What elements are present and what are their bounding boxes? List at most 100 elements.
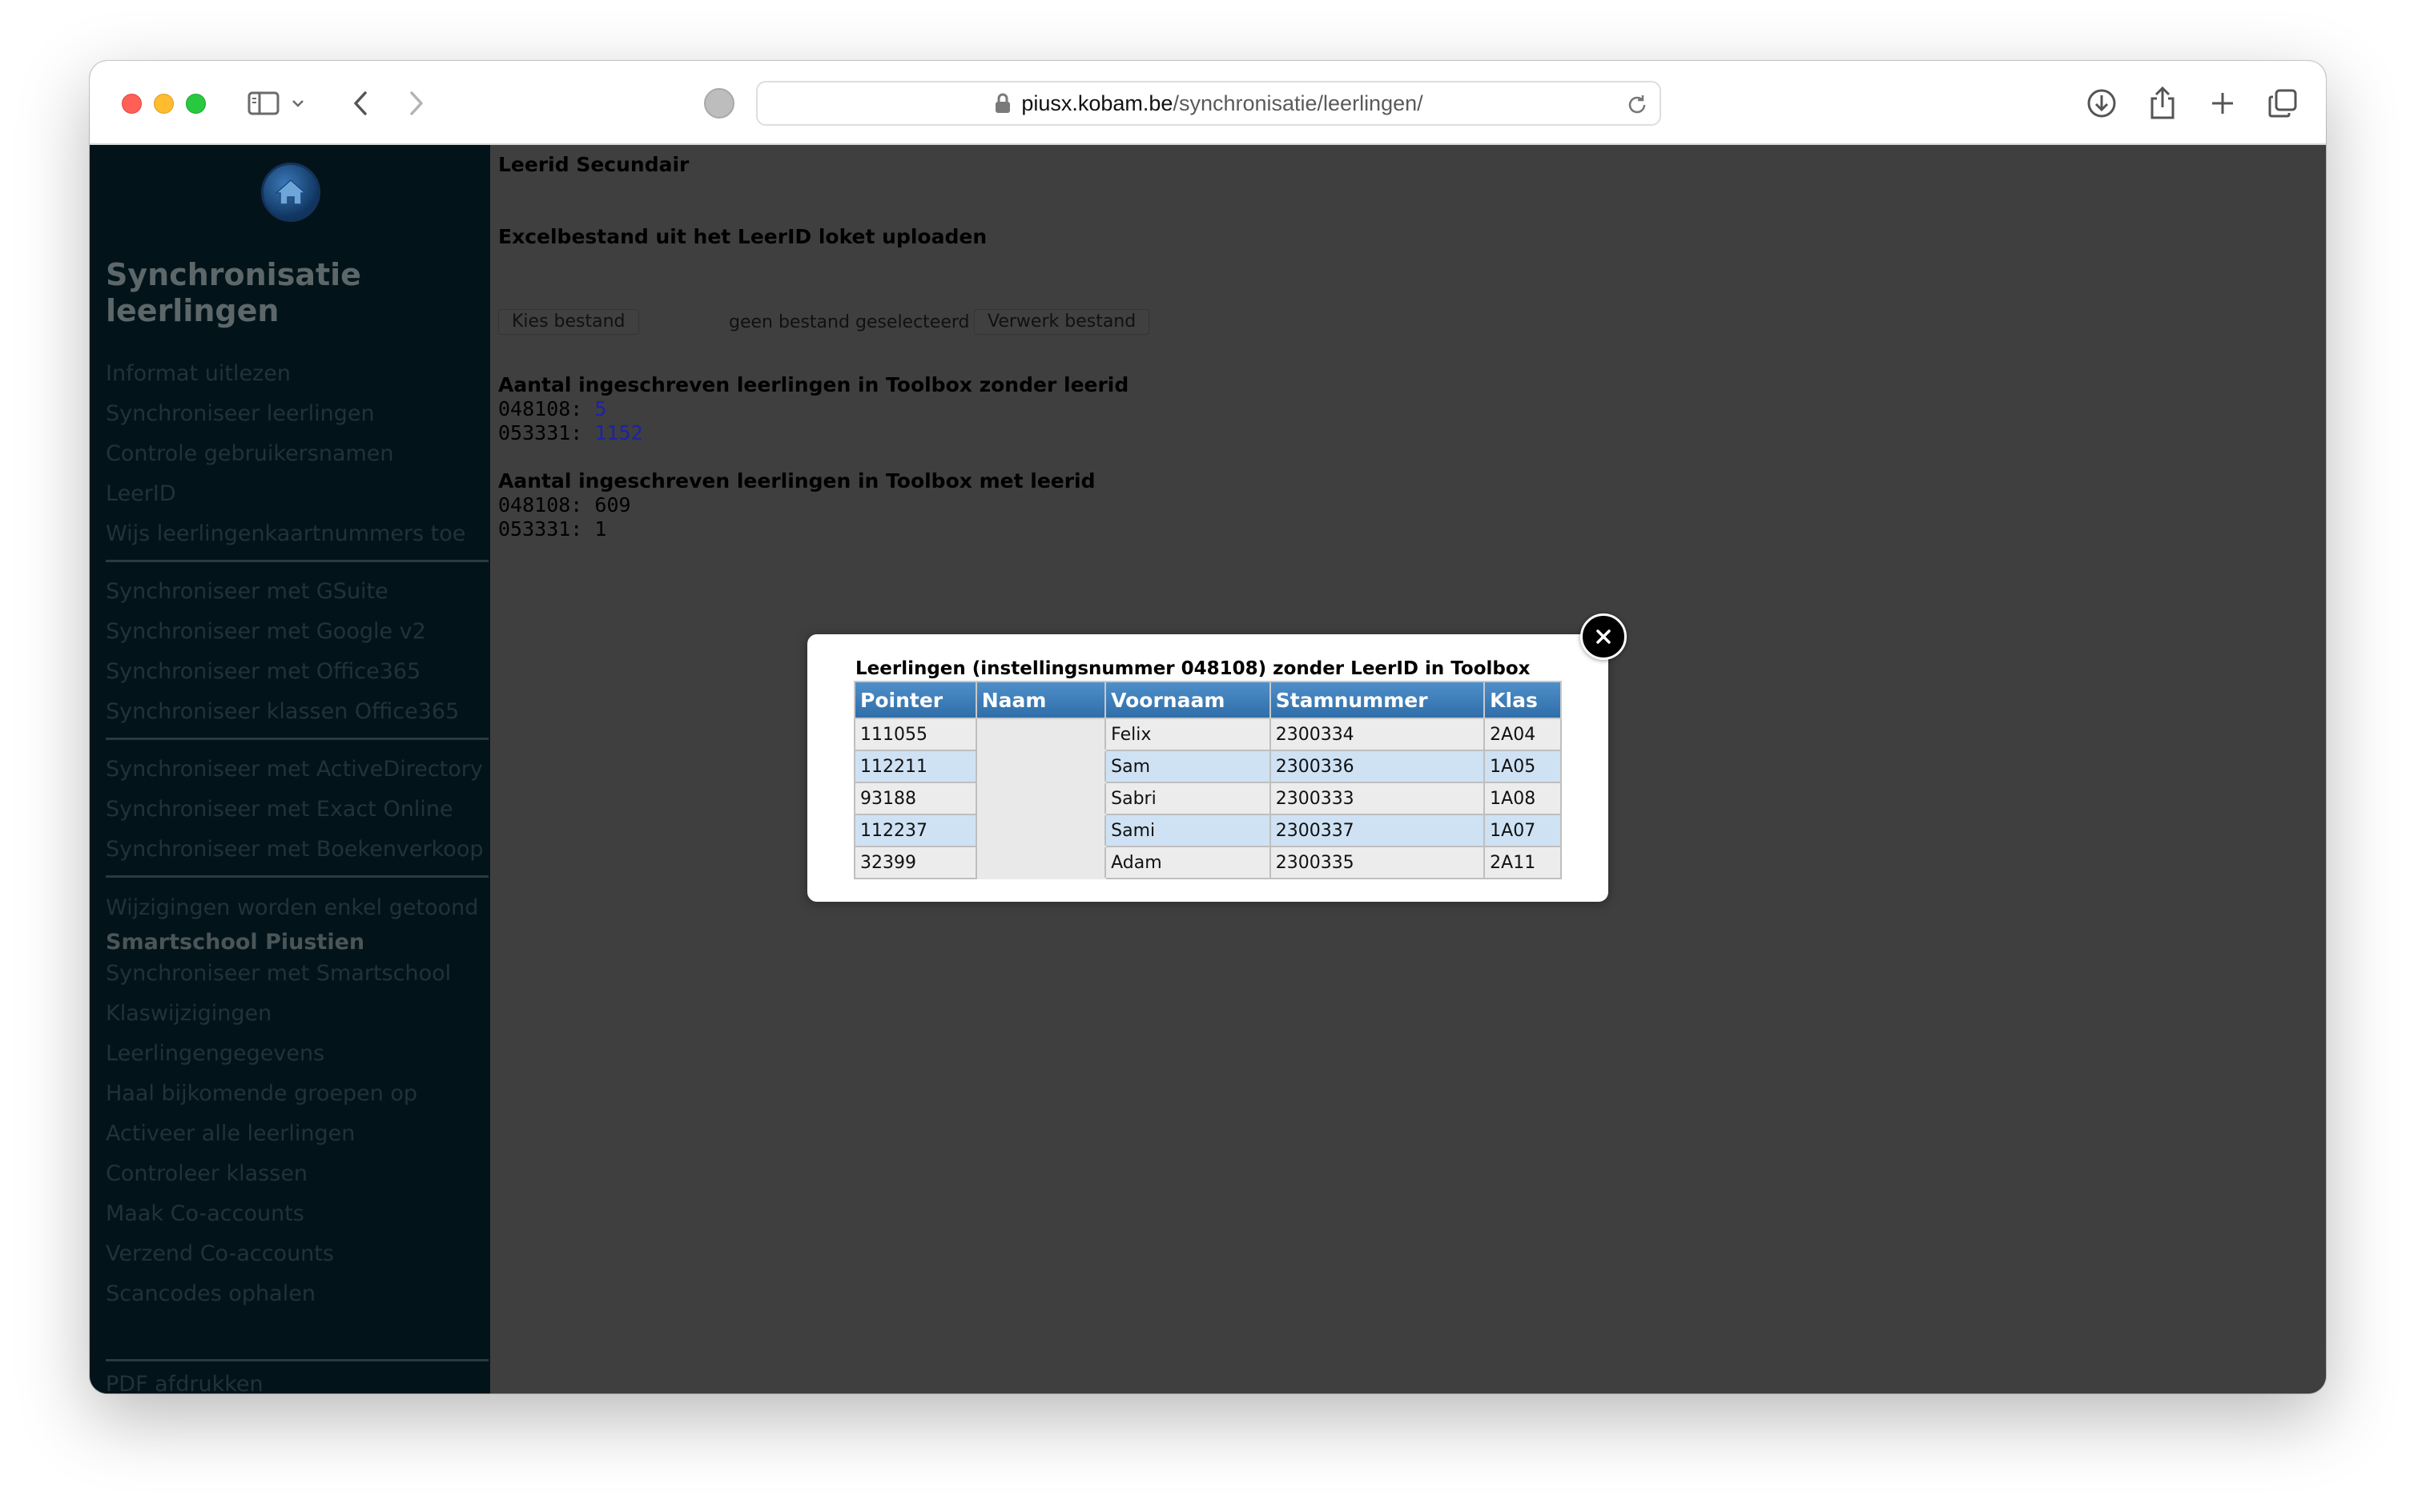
cell-stamnummer: 2300334 xyxy=(1269,718,1486,751)
sidebar-item-office365[interactable]: Synchroniseer met Office365 xyxy=(106,659,420,684)
with-leerid-row: 053331: 1 xyxy=(498,517,607,541)
sidebar-item-gsuite[interactable]: Synchroniseer met GSuite xyxy=(106,579,388,604)
sidebar-note-wijzigingen: Wijzigingen worden enkel getoond xyxy=(106,895,479,920)
sidebar-section-smartschool: Smartschool Piustien xyxy=(106,930,365,955)
column-header-pointer[interactable]: Pointer xyxy=(854,681,977,719)
cell-voornaam: Sami xyxy=(1104,814,1271,847)
sidebar-item-leerlingenkaartnummers[interactable]: Wijs leerlingenkaartnummers toe xyxy=(106,521,465,546)
share-icon[interactable] xyxy=(2142,83,2183,123)
upload-heading: Excelbestand uit het LeerID loket upload… xyxy=(498,225,988,248)
sidebar-item-boekenverkoop[interactable]: Synchroniseer met Boekenverkoop xyxy=(106,837,483,862)
cell-klas: 2A04 xyxy=(1483,718,1562,751)
download-icon[interactable] xyxy=(2082,83,2122,123)
cell-stamnummer: 2300335 xyxy=(1269,846,1486,879)
cell-stamnummer: 2300333 xyxy=(1269,782,1486,815)
home-icon[interactable] xyxy=(261,163,320,222)
sidebar-item-pdf-afdrukken[interactable]: PDF afdrukken xyxy=(106,1372,264,1393)
cell-naam xyxy=(975,750,1107,783)
with-leerid-row: 048108: 609 xyxy=(498,493,631,517)
sidebar-item-synchroniseer-leerlingen[interactable]: Synchroniseer leerlingen xyxy=(106,401,375,426)
page-title: Leerid Secundair xyxy=(498,153,690,176)
cell-pointer: 93188 xyxy=(854,782,977,815)
cell-pointer: 112237 xyxy=(854,814,977,847)
sidebar-item-maak-co-accounts[interactable]: Maak Co-accounts xyxy=(106,1201,304,1226)
cell-naam xyxy=(975,782,1107,815)
sidebar-item-groepen[interactable]: Haal bijkomende groepen op xyxy=(106,1081,417,1106)
cell-naam xyxy=(975,846,1107,879)
zoom-window-button[interactable] xyxy=(186,94,206,114)
count-link[interactable]: 1152 xyxy=(594,421,642,444)
modal-title: Leerlingen (instellingsnummer 048108) zo… xyxy=(855,658,1531,679)
sidebar-item-informat-uitlezen[interactable]: Informat uitlezen xyxy=(106,361,291,386)
sidebar-item-smartschool[interactable]: Synchroniseer met Smartschool xyxy=(106,961,451,986)
cell-klas: 1A08 xyxy=(1483,782,1562,815)
close-window-button[interactable] xyxy=(122,94,142,114)
sidebar-item-controle-gebruikersnamen[interactable]: Controle gebruikersnamen xyxy=(106,441,394,466)
cell-klas: 1A07 xyxy=(1483,814,1562,847)
sidebar-item-activeer-leerlingen[interactable]: Activeer alle leerlingen xyxy=(106,1121,355,1146)
sidebar-item-klaswijzigingen[interactable]: Klaswijzigingen xyxy=(106,1001,272,1026)
sidebar-item-controleer-klassen[interactable]: Controleer klassen xyxy=(106,1161,308,1186)
sidebar-item-exact-online[interactable]: Synchroniseer met Exact Online xyxy=(106,797,453,822)
browser-toolbar: piusx.kobam.be/synchronisatie/leerlingen… xyxy=(90,61,2326,145)
url-text: piusx.kobam.be/synchronisatie/leerlingen… xyxy=(1021,90,1423,115)
sidebar-divider xyxy=(106,560,489,562)
without-leerid-row: 048108: 5 xyxy=(498,397,607,420)
lock-icon xyxy=(996,93,1011,113)
with-leerid-heading: Aantal ingeschreven leerlingen in Toolbo… xyxy=(498,469,1096,493)
count-link[interactable]: 5 xyxy=(594,397,606,420)
address-bar[interactable]: piusx.kobam.be/synchronisatie/leerlingen… xyxy=(756,81,1661,126)
without-leerid-heading: Aantal ingeschreven leerlingen in Toolbo… xyxy=(498,373,1129,396)
sidebar-toggle-icon[interactable] xyxy=(243,83,284,123)
chevron-down-icon[interactable] xyxy=(286,83,310,123)
students-modal: Leerlingen (instellingsnummer 048108) zo… xyxy=(807,634,1608,902)
modal-close-button[interactable] xyxy=(1580,613,1627,660)
cell-voornaam: Adam xyxy=(1104,846,1271,879)
forward-icon[interactable] xyxy=(396,83,437,123)
cell-pointer: 111055 xyxy=(854,718,977,751)
cell-voornaam: Sabri xyxy=(1104,782,1271,815)
column-header-voornaam[interactable]: Voornaam xyxy=(1104,681,1271,719)
sidebar-item-verzend-co-accounts[interactable]: Verzend Co-accounts xyxy=(106,1241,334,1266)
table-row: 32399 Adam 2300335 2A11 xyxy=(854,846,1562,879)
tab-overview-icon[interactable] xyxy=(2263,83,2303,123)
reload-icon[interactable] xyxy=(1624,92,1650,118)
sidebar-item-scancodes[interactable]: Scancodes ophalen xyxy=(106,1281,316,1306)
column-header-naam[interactable]: Naam xyxy=(975,681,1107,719)
column-header-stamnummer[interactable]: Stamnummer xyxy=(1269,681,1486,719)
back-icon[interactable] xyxy=(340,83,380,123)
students-table: Pointer Naam Voornaam Stamnummer Klas 11… xyxy=(854,681,1562,879)
sidebar-item-activedirectory[interactable]: Synchroniseer met ActiveDirectory xyxy=(106,757,483,782)
minimize-window-button[interactable] xyxy=(154,94,174,114)
choose-file-button[interactable]: Kies bestand xyxy=(498,309,639,335)
table-header-row: Pointer Naam Voornaam Stamnummer Klas xyxy=(854,681,1562,719)
cell-voornaam: Felix xyxy=(1104,718,1271,751)
cell-stamnummer: 2300337 xyxy=(1269,814,1486,847)
sidebar: Synchronisatie leerlingen Informat uitle… xyxy=(90,145,490,1393)
cell-naam xyxy=(975,814,1107,847)
sidebar-item-klassen-office365[interactable]: Synchroniseer klassen Office365 xyxy=(106,699,459,724)
sidebar-title: Synchronisatie leerlingen xyxy=(106,257,361,328)
new-tab-icon[interactable] xyxy=(2203,83,2243,123)
cell-pointer: 32399 xyxy=(854,846,977,879)
table-row: 111055 Felix 2300334 2A04 xyxy=(854,718,1562,751)
sidebar-divider xyxy=(106,875,489,878)
sidebar-item-google-v2[interactable]: Synchroniseer met Google v2 xyxy=(106,619,426,644)
column-header-klas[interactable]: Klas xyxy=(1483,681,1562,719)
cell-voornaam: Sam xyxy=(1104,750,1271,783)
close-icon xyxy=(1596,629,1611,644)
table-row: 112211 Sam 2300336 1A05 xyxy=(854,750,1562,783)
site-favicon-icon xyxy=(704,88,734,119)
table-row: 112237 Sami 2300337 1A07 xyxy=(854,814,1562,847)
file-status-text: geen bestand geselecteerd xyxy=(729,312,970,332)
sidebar-item-leerid[interactable]: LeerID xyxy=(106,481,176,506)
process-file-button[interactable]: Verwerk bestand xyxy=(974,309,1150,335)
cell-pointer: 112211 xyxy=(854,750,977,783)
cell-stamnummer: 2300336 xyxy=(1269,750,1486,783)
table-row: 93188 Sabri 2300333 1A08 xyxy=(854,782,1562,815)
cell-klas: 2A11 xyxy=(1483,846,1562,879)
cell-naam xyxy=(975,718,1107,751)
without-leerid-row: 053331: 1152 xyxy=(498,421,643,444)
cell-klas: 1A05 xyxy=(1483,750,1562,783)
sidebar-item-leerlingengegevens[interactable]: Leerlingengegevens xyxy=(106,1041,324,1066)
